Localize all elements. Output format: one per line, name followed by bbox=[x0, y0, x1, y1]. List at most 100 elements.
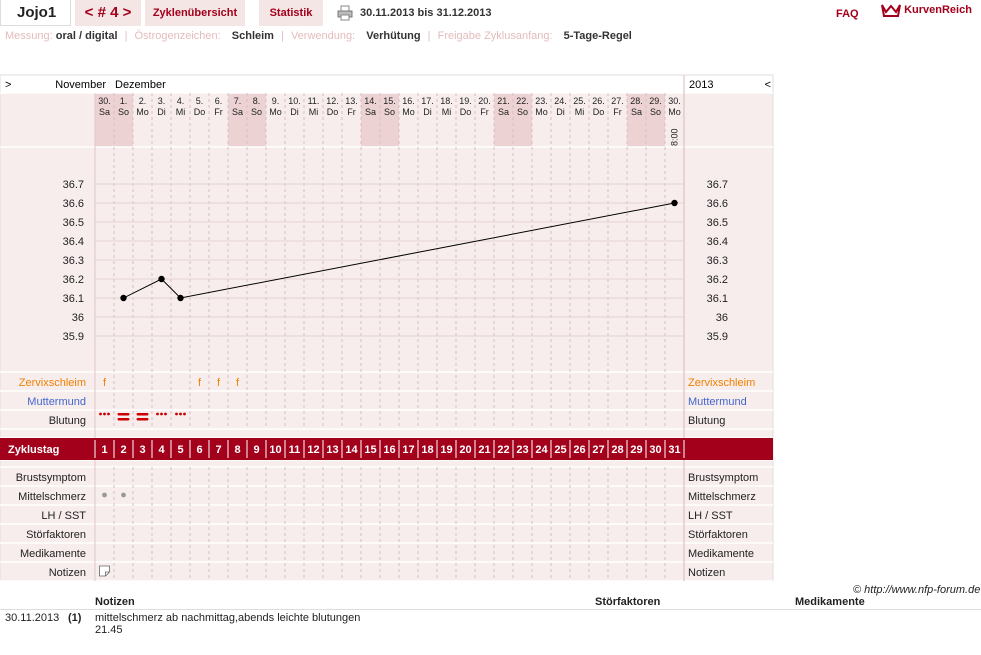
day-date-label: 2. bbox=[139, 96, 147, 106]
cycle-day-number[interactable]: 26 bbox=[573, 444, 585, 456]
prev-cycle-button[interactable]: > bbox=[5, 79, 11, 91]
print-icon[interactable] bbox=[337, 5, 353, 21]
faq-link[interactable]: FAQ bbox=[836, 8, 859, 20]
copyright: © http://www.nfp-forum.de bbox=[853, 584, 981, 596]
cycle-day-number[interactable]: 4 bbox=[158, 444, 165, 456]
day-weekday-label: Mo bbox=[402, 107, 415, 117]
temp-tick-label-right: 36.4 bbox=[707, 236, 728, 248]
bleeding-dot[interactable] bbox=[183, 412, 186, 416]
mittelschmerz-dot[interactable] bbox=[121, 492, 126, 498]
day-weekday-label: Do bbox=[194, 107, 206, 117]
tab-cycle-overview[interactable]: Zyklenübersicht bbox=[145, 0, 245, 26]
cycle-day-number[interactable]: 7 bbox=[215, 444, 221, 456]
cycle-day-number[interactable]: 3 bbox=[139, 444, 145, 456]
cycle-day-number[interactable]: 9 bbox=[253, 444, 259, 456]
cycle-day-number[interactable]: 24 bbox=[535, 444, 548, 456]
use-value: Verhütung bbox=[366, 30, 421, 42]
row-label-medikamente-right: Medikamente bbox=[688, 548, 754, 560]
day-weekday-label: Di bbox=[556, 107, 565, 117]
cycle-day-number[interactable]: 19 bbox=[440, 444, 452, 456]
day-date-label: 14. bbox=[364, 96, 377, 106]
kurvenreich-logo[interactable]: KurvenReich bbox=[881, 3, 972, 17]
day-date-label: 20. bbox=[478, 96, 491, 106]
temp-tick-label-left: 36.7 bbox=[63, 179, 84, 191]
cycle-day-number[interactable]: 14 bbox=[345, 444, 358, 456]
bleeding-dot[interactable] bbox=[103, 412, 106, 416]
cycle-day-number[interactable]: 30 bbox=[649, 444, 661, 456]
tab-statistics[interactable]: Statistik bbox=[259, 0, 323, 26]
bleeding-dot[interactable] bbox=[179, 412, 182, 416]
day-weekday-label: Sa bbox=[631, 107, 642, 117]
day-date-label: 26. bbox=[592, 96, 605, 106]
temp-tick-label-right: 36.6 bbox=[707, 198, 728, 210]
day-weekday-label: So bbox=[118, 107, 129, 117]
next-cycle-button[interactable]: < bbox=[765, 79, 771, 91]
cycle-navigation[interactable]: < # 4 > bbox=[75, 0, 141, 26]
day-weekday-label: Sa bbox=[232, 107, 243, 117]
bleeding-bar[interactable] bbox=[117, 418, 130, 421]
day-weekday-label: Di bbox=[423, 107, 432, 117]
cycle-day-number[interactable]: 18 bbox=[421, 444, 433, 456]
row-label-lh-left: LH / SST bbox=[41, 510, 86, 522]
cycle-day-number[interactable]: 29 bbox=[630, 444, 642, 456]
bleeding-bar[interactable] bbox=[136, 413, 149, 416]
bleeding-dot[interactable] bbox=[107, 412, 110, 416]
day-weekday-label: Do bbox=[327, 107, 339, 117]
temperature-point[interactable] bbox=[671, 199, 678, 207]
release-label: Freigabe Zyklusanfang: bbox=[437, 30, 553, 42]
cycle-day-number[interactable]: 25 bbox=[554, 444, 566, 456]
row-label-muttermund-right: Muttermund bbox=[688, 396, 747, 408]
med-column-header: Medikamente bbox=[795, 596, 865, 608]
cycle-day-number[interactable]: 10 bbox=[269, 444, 281, 456]
note-text: mittelschmerz ab nachmittag,abends leich… bbox=[95, 612, 361, 624]
day-weekday-label: Sa bbox=[498, 107, 509, 117]
cycle-day-number[interactable]: 21 bbox=[478, 444, 490, 456]
cycle-day-number[interactable]: 6 bbox=[196, 444, 202, 456]
cycle-day-number[interactable]: 12 bbox=[307, 444, 319, 456]
temp-tick-label-left: 36.3 bbox=[63, 255, 84, 267]
cycle-day-number[interactable]: 1 bbox=[101, 444, 107, 456]
mittelschmerz-dot[interactable] bbox=[102, 492, 107, 498]
cycle-day-label: Zyklustag bbox=[8, 444, 59, 456]
cycle-day-number[interactable]: 13 bbox=[326, 444, 338, 456]
temperature-point[interactable] bbox=[120, 294, 127, 302]
day-date-label: 1. bbox=[120, 96, 128, 106]
cycle-day-number[interactable]: 28 bbox=[611, 444, 623, 456]
row-label-notizen-left: Notizen bbox=[49, 567, 86, 579]
temperature-point[interactable] bbox=[177, 294, 184, 302]
cycle-day-number[interactable]: 16 bbox=[383, 444, 395, 456]
cycle-day-number[interactable]: 15 bbox=[364, 444, 376, 456]
temperature-point[interactable] bbox=[158, 275, 165, 283]
cycle-day-number[interactable]: 17 bbox=[402, 444, 414, 456]
crown-icon bbox=[881, 4, 901, 17]
temp-tick-label-left: 36.2 bbox=[63, 274, 84, 286]
row-label-mittelschmerz-left: Mittelschmerz bbox=[18, 491, 86, 503]
day-date-label: 22. bbox=[516, 96, 529, 106]
bleeding-bar[interactable] bbox=[136, 418, 149, 421]
day-date-label: 8. bbox=[253, 96, 261, 106]
bleeding-dot[interactable] bbox=[99, 412, 102, 416]
bleeding-dot[interactable] bbox=[175, 412, 178, 416]
bleeding-dot[interactable] bbox=[160, 412, 163, 416]
day-weekday-label: Di bbox=[290, 107, 299, 117]
temp-tick-label-right: 35.9 bbox=[707, 331, 728, 343]
day-weekday-label: Do bbox=[593, 107, 605, 117]
bleeding-bar[interactable] bbox=[117, 413, 130, 416]
bleeding-dot[interactable] bbox=[156, 412, 159, 416]
cycle-day-number[interactable]: 8 bbox=[234, 444, 240, 456]
cycle-day-number[interactable]: 5 bbox=[177, 444, 183, 456]
cycle-day-number[interactable]: 20 bbox=[459, 444, 471, 456]
temp-tick-label-right: 36 bbox=[716, 312, 728, 324]
temp-tick-label-right: 36.2 bbox=[707, 274, 728, 286]
chart-settings-line: Messung: oral / digital | Östrogenzeiche… bbox=[5, 30, 632, 42]
note-number: (1) bbox=[68, 612, 82, 624]
cycle-day-number[interactable]: 2 bbox=[120, 444, 126, 456]
cycle-day-number[interactable]: 27 bbox=[592, 444, 604, 456]
cycle-day-number[interactable]: 31 bbox=[668, 444, 680, 456]
cycle-day-number[interactable]: 22 bbox=[497, 444, 509, 456]
cycle-day-number[interactable]: 11 bbox=[289, 444, 301, 456]
day-date-label: 27. bbox=[611, 96, 624, 106]
day-date-label: 10. bbox=[288, 96, 301, 106]
cycle-day-number[interactable]: 23 bbox=[516, 444, 528, 456]
bleeding-dot[interactable] bbox=[164, 412, 167, 416]
